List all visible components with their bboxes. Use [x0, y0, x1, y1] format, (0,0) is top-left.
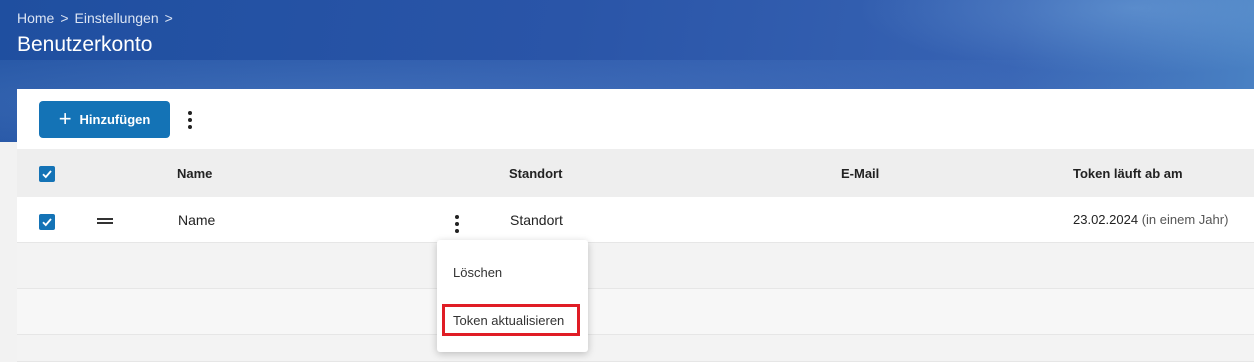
cell-standort: Standort: [510, 212, 563, 228]
column-header-name[interactable]: Name: [177, 166, 212, 181]
checkmark-icon: [42, 218, 52, 227]
empty-row: [17, 335, 1254, 362]
drag-handle-icon[interactable]: [97, 218, 113, 224]
checkmark-icon: [42, 170, 52, 179]
row-context-menu: Löschen Token aktualisieren: [437, 240, 588, 352]
menu-item-refresh-token[interactable]: Token aktualisieren: [453, 313, 564, 328]
account-panel: + Hinzufügen Name Standort E-Mail Token …: [17, 89, 1254, 362]
add-button[interactable]: + Hinzufügen: [39, 101, 170, 138]
column-header-standort[interactable]: Standort: [509, 166, 562, 181]
token-expiry-date: 23.02.2024: [1073, 212, 1139, 227]
menu-item-delete[interactable]: Löschen: [453, 265, 502, 280]
cell-token-expiry: 23.02.2024 (in einem Jahr): [1073, 212, 1228, 227]
select-all-checkbox[interactable]: [39, 166, 55, 182]
toolbar: + Hinzufügen: [17, 89, 1254, 149]
column-header-email[interactable]: E-Mail: [841, 166, 879, 181]
row-more-vertical-icon[interactable]: [450, 213, 464, 235]
breadcrumb-separator: >: [60, 10, 69, 26]
add-button-label: Hinzufügen: [79, 112, 151, 127]
breadcrumb-settings[interactable]: Einstellungen: [75, 10, 159, 26]
token-expiry-relative: (in einem Jahr): [1141, 212, 1229, 227]
row-checkbox[interactable]: [39, 214, 55, 230]
cell-name: Name: [178, 212, 216, 228]
table-header: Name Standort E-Mail Token läuft ab am: [17, 149, 1254, 197]
empty-row: [17, 243, 1254, 289]
empty-row: [17, 289, 1254, 335]
breadcrumb: Home > Einstellungen >: [17, 10, 173, 26]
table-row[interactable]: Name Standort 23.02.2024 (in einem Jahr): [17, 197, 1254, 243]
page-title: Benutzerkonto: [17, 33, 153, 56]
more-vertical-icon[interactable]: [183, 109, 197, 131]
plus-icon: +: [58, 105, 72, 131]
breadcrumb-separator: >: [164, 10, 173, 26]
breadcrumb-home[interactable]: Home: [17, 10, 54, 26]
column-header-token-expiry[interactable]: Token läuft ab am: [1073, 166, 1183, 181]
